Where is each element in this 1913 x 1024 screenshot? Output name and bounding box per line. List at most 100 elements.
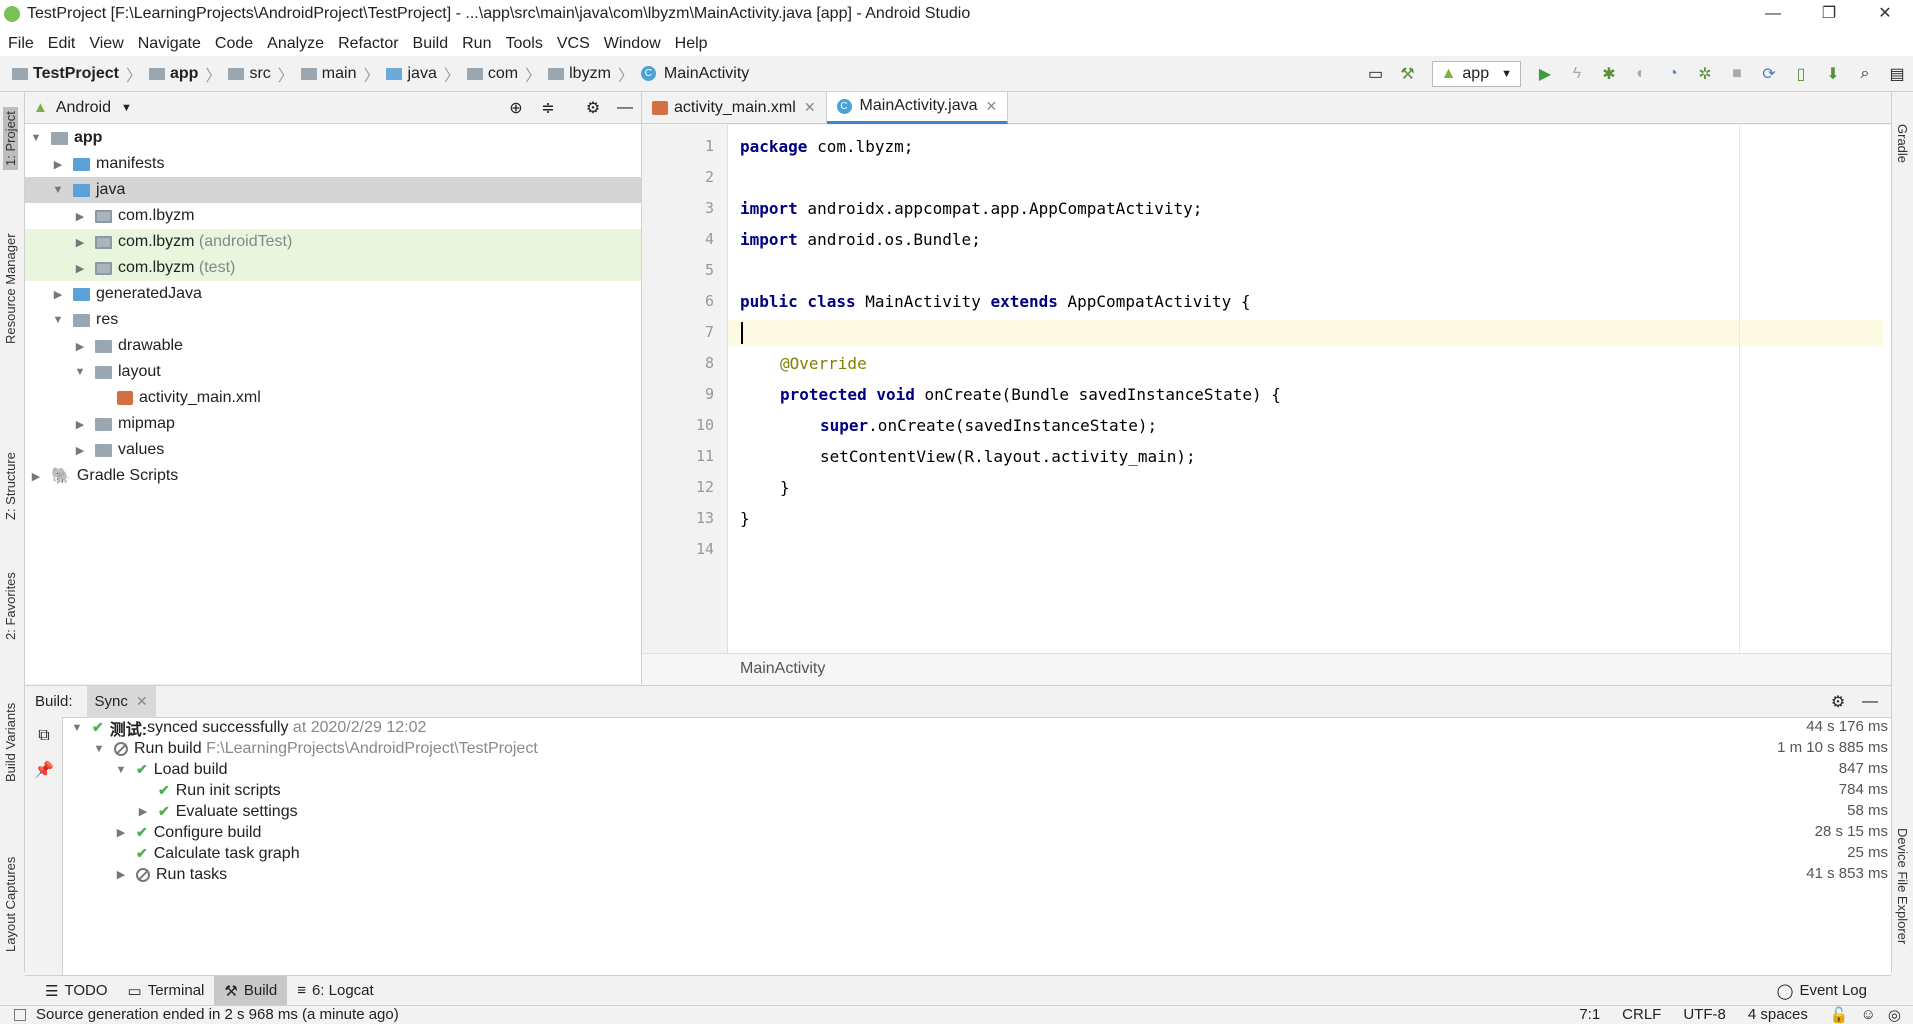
menu-code[interactable]: Code — [215, 31, 253, 53]
gear-icon[interactable]: ⚙ — [582, 97, 604, 119]
chevron-down-icon[interactable]: ▼ — [121, 102, 132, 114]
menu-vcs[interactable]: VCS — [557, 31, 590, 53]
tool-window-toggle-icon[interactable] — [14, 1008, 26, 1021]
tool-tab-build[interactable]: ⚒ Build — [214, 975, 288, 1006]
hide-icon[interactable]: — — [1859, 691, 1881, 713]
inspector-icon[interactable]: ☺ — [1861, 1006, 1876, 1023]
close-icon[interactable]: ✕ — [136, 693, 148, 710]
toggle-view-icon[interactable]: ⧉ — [33, 725, 55, 747]
breadcrumb-lbyzm[interactable]: 〉 lbyzm — [518, 62, 611, 86]
menu-refactor[interactable]: Refactor — [338, 31, 398, 53]
hide-icon[interactable]: — — [614, 97, 636, 119]
tab-mainactivity-java[interactable]: C MainActivity.java ✕ — [826, 91, 1009, 124]
tool-device-file-explorer[interactable]: Device File Explorer — [1895, 828, 1910, 944]
editor-breadcrumb[interactable]: MainActivity — [642, 653, 1891, 684]
tree-item-activity-main-xml[interactable]: activity_main.xml — [25, 385, 641, 411]
tree-item-package[interactable]: ▶ com.lbyzm — [25, 203, 641, 229]
locate-icon[interactable]: ⊕ — [505, 97, 527, 119]
menu-navigate[interactable]: Navigate — [138, 31, 201, 53]
gear-icon[interactable]: ⚙ — [1827, 691, 1849, 713]
chevron-right-icon[interactable]: ▶ — [73, 444, 87, 457]
menu-view[interactable]: View — [89, 31, 123, 53]
minimize-button[interactable]: — — [1750, 0, 1796, 28]
build-row[interactable]: ▶ Run tasks — [114, 864, 227, 885]
menu-window[interactable]: Window — [604, 31, 661, 53]
build-row[interactable]: ▶ ✔ Configure build — [114, 822, 262, 843]
tool-project[interactable]: 1: Project — [3, 107, 18, 170]
pin-icon[interactable]: 📌 — [33, 759, 55, 781]
close-icon[interactable]: ✕ — [986, 98, 998, 115]
chevron-right-icon[interactable]: ▶ — [51, 288, 65, 301]
build-row[interactable]: ▼ ✔ Load build — [114, 759, 228, 780]
menu-build[interactable]: Build — [413, 31, 449, 53]
chevron-down-icon[interactable]: ▼ — [29, 132, 43, 144]
line-separator[interactable]: CRLF — [1622, 1006, 1661, 1023]
apply-changes-icon[interactable]: ϟ — [1566, 63, 1588, 85]
menu-help[interactable]: Help — [675, 31, 708, 53]
chevron-down-icon[interactable]: ▼ — [70, 722, 84, 734]
tree-item-generatedjava[interactable]: ▶ generatedJava — [25, 281, 641, 307]
tree-item-layout[interactable]: ▼ layout — [25, 359, 641, 385]
breadcrumb-mainactivity[interactable]: 〉 C MainActivity — [611, 62, 749, 86]
indent-setting[interactable]: 4 spaces — [1748, 1006, 1808, 1023]
breadcrumb-com[interactable]: 〉 com — [437, 62, 518, 86]
avd-manager-icon[interactable]: ▯ — [1790, 63, 1812, 85]
tool-tab-logcat[interactable]: ≡ 6: Logcat — [287, 976, 383, 1006]
chevron-right-icon[interactable]: ▶ — [114, 868, 128, 881]
tool-resource-manager[interactable]: Resource Manager — [3, 233, 18, 344]
breadcrumb-java[interactable]: 〉 java — [356, 62, 436, 86]
project-view-select[interactable]: Android — [56, 99, 111, 117]
tool-favorites[interactable]: 2: Favorites — [3, 572, 18, 640]
menu-analyze[interactable]: Analyze — [267, 31, 324, 53]
tool-build-variants[interactable]: Build Variants — [3, 703, 18, 782]
lock-icon[interactable]: 🔓 — [1830, 1006, 1849, 1024]
chevron-right-icon[interactable]: ▶ — [73, 340, 87, 353]
debug-icon[interactable]: ✱ — [1598, 63, 1620, 85]
tree-item-java[interactable]: ▼ java — [25, 177, 641, 203]
tree-item-res[interactable]: ▼ res — [25, 307, 641, 333]
menu-run[interactable]: Run — [462, 31, 491, 53]
run-configuration-select[interactable]: ▲ app ▼ — [1431, 60, 1521, 87]
chevron-right-icon[interactable]: ▶ — [51, 158, 65, 171]
tool-tab-todo[interactable]: ☰ TODO — [35, 976, 118, 1006]
breadcrumb-src[interactable]: 〉 src — [198, 62, 270, 86]
stop-icon[interactable]: ■ — [1726, 63, 1748, 85]
notifications-icon[interactable]: ◎ — [1888, 1006, 1901, 1024]
close-window-button[interactable]: ✕ — [1862, 0, 1908, 28]
tree-item-app[interactable]: ▼ app — [25, 125, 641, 151]
menu-file[interactable]: File — [8, 31, 34, 53]
tool-gradle[interactable]: Gradle — [1895, 124, 1910, 163]
tree-item-mipmap[interactable]: ▶ mipmap — [25, 411, 641, 437]
build-row[interactable]: ✔ Run init scripts — [136, 780, 281, 801]
chevron-down-icon[interactable]: ▼ — [51, 184, 65, 196]
chevron-down-icon[interactable]: ▼ — [114, 764, 128, 776]
chevron-right-icon[interactable]: ▶ — [73, 262, 87, 275]
make-project-icon[interactable]: ⚒ — [1397, 63, 1419, 85]
sdk-manager-icon[interactable]: ⬇ — [1822, 63, 1844, 85]
menu-tools[interactable]: Tools — [505, 31, 542, 53]
attach-debugger-icon[interactable]: ◐ — [1630, 63, 1652, 85]
tree-item-package-test[interactable]: ▶ com.lbyzm (test) — [25, 255, 641, 281]
close-icon[interactable]: ✕ — [804, 99, 816, 116]
breadcrumb-project[interactable]: TestProject — [12, 65, 119, 83]
chevron-down-icon[interactable]: ▼ — [51, 314, 65, 326]
build-row[interactable]: ▶ ✔ Evaluate settings — [136, 801, 298, 822]
restore-button[interactable]: ❐ — [1806, 0, 1852, 28]
build-row[interactable]: ✔ Calculate task graph — [114, 843, 300, 864]
tab-activity-main-xml[interactable]: activity_main.xml ✕ — [642, 91, 827, 124]
tree-item-manifests[interactable]: ▶ manifests — [25, 151, 641, 177]
profile-icon[interactable]: ◔ — [1662, 63, 1684, 85]
menu-edit[interactable]: Edit — [48, 31, 76, 53]
collapse-all-icon[interactable]: ≑ — [537, 97, 559, 119]
chevron-down-icon[interactable]: ▼ — [73, 366, 87, 378]
tool-tab-terminal[interactable]: ▭ Terminal — [118, 976, 215, 1006]
chevron-right-icon[interactable]: ▶ — [73, 236, 87, 249]
chevron-right-icon[interactable]: ▶ — [136, 805, 150, 818]
tree-item-drawable[interactable]: ▶ drawable — [25, 333, 641, 359]
breadcrumb-main[interactable]: 〉 main — [271, 62, 357, 86]
caret-position[interactable]: 7:1 — [1579, 1006, 1600, 1023]
chevron-right-icon[interactable]: ▶ — [73, 418, 87, 431]
search-icon[interactable]: ⌕ — [1854, 63, 1876, 85]
terminal-icon[interactable]: ▭ — [1365, 63, 1387, 85]
tool-structure[interactable]: Z: Structure — [3, 452, 18, 520]
